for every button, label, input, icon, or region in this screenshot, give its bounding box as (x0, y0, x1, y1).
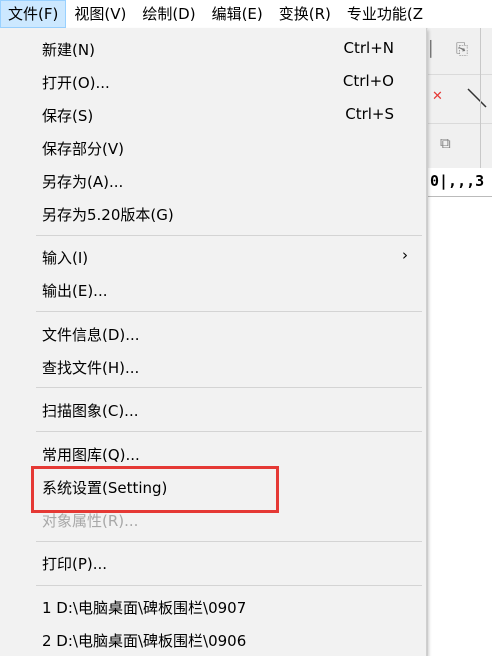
submenu-arrow-icon: › (402, 246, 408, 264)
toolbar-row-3: ⧉ (428, 124, 492, 169)
menu-item-label: 扫描图象(C)... (42, 402, 139, 420)
menu-item-label: 2 D:\电脑桌面\碑板围栏\0906 (42, 632, 247, 650)
toolbar-separator (480, 28, 481, 168)
menu-item-label: 常用图库(Q)... (42, 446, 140, 464)
menu-separator (36, 541, 422, 542)
drawing-canvas[interactable] (428, 197, 492, 656)
menu-separator (36, 311, 422, 312)
menu-item-export[interactable]: 输出(E)... (0, 274, 426, 304)
menu-professional[interactable]: 专业功能(Z (339, 0, 431, 28)
paste-icon[interactable]: ⎘ (456, 40, 468, 58)
menu-draw[interactable]: 绘制(D) (134, 0, 203, 28)
menu-item-label: 对象属性(R)... (42, 512, 139, 530)
menu-item-label: 输出(E)... (42, 282, 108, 300)
menu-item-save[interactable]: 保存(S) Ctrl+S (0, 99, 426, 129)
line-tool-icon[interactable] (466, 87, 488, 109)
file-menu-dropdown: 新建(N) Ctrl+N 打开(O)... Ctrl+O 保存(S) Ctrl+… (0, 28, 427, 656)
menu-separator (36, 387, 422, 388)
menu-item-find-file[interactable]: 查找文件(H)... (0, 351, 426, 381)
menu-item-label: 保存部分(V) (42, 140, 124, 158)
menu-item-recent-2[interactable]: 2 D:\电脑桌面\碑板围栏\0906 (0, 624, 426, 654)
menu-item-save-part[interactable]: 保存部分(V) (0, 132, 426, 162)
menu-separator (36, 585, 422, 586)
menu-item-scan-image[interactable]: 扫描图象(C)... (0, 394, 426, 424)
menu-item-label: 另存为5.20版本(G) (42, 206, 174, 224)
menu-item-import[interactable]: 输入(I) › (0, 241, 426, 271)
toolbar-row-2: ✕ (428, 75, 492, 124)
menu-separator (36, 431, 422, 432)
menu-item-shortcut: Ctrl+S (345, 105, 394, 123)
menu-item-shortcut: Ctrl+O (342, 72, 394, 90)
toolbar-row-1: ▏ ⎘ (428, 28, 492, 75)
menu-item-label: 打印(P)... (42, 555, 108, 573)
group-icon[interactable]: ⧉ (440, 134, 451, 152)
menu-item-new[interactable]: 新建(N) Ctrl+N (0, 33, 426, 63)
menu-view[interactable]: 视图(V) (66, 0, 134, 28)
menu-item-label: 文件信息(D)... (42, 326, 140, 344)
ruler-ticks: 0|,,,3 (430, 172, 485, 190)
menu-item-shortcut: Ctrl+N (343, 39, 394, 57)
menu-item-label: 输入(I) (42, 249, 89, 267)
menu-separator (36, 235, 422, 236)
close-x-icon[interactable]: ✕ (432, 89, 443, 104)
menu-item-library[interactable]: 常用图库(Q)... (0, 438, 426, 468)
highlight-box (31, 466, 279, 513)
menu-item-recent-1[interactable]: 1 D:\电脑桌面\碑板围栏\0907 (0, 591, 426, 621)
menu-transform[interactable]: 变换(R) (271, 0, 339, 28)
ruler: 0|,,,3 (428, 168, 492, 197)
menu-edit[interactable]: 编辑(E) (204, 0, 271, 28)
menu-item-label: 新建(N) (42, 41, 95, 59)
menu-item-print[interactable]: 打印(P)... (0, 547, 426, 577)
menu-file[interactable]: 文件(F) (0, 0, 67, 28)
menu-item-save-as-520[interactable]: 另存为5.20版本(G) (0, 198, 426, 228)
menu-item-label: 查找文件(H)... (42, 359, 140, 377)
menu-item-open[interactable]: 打开(O)... Ctrl+O (0, 66, 426, 96)
menu-item-label: 保存(S) (42, 107, 94, 125)
menu-item-label: 1 D:\电脑桌面\碑板围栏\0907 (42, 599, 247, 617)
menu-item-label: 另存为(A)... (42, 173, 124, 191)
menu-item-file-info[interactable]: 文件信息(D)... (0, 318, 426, 348)
menu-item-label: 打开(O)... (42, 74, 110, 92)
menu-bar: 文件(F) 视图(V) 绘制(D) 编辑(E) 变换(R) 专业功能(Z (0, 0, 492, 29)
toolbar-divider-icon: ▏ (430, 40, 442, 58)
menu-item-save-as[interactable]: 另存为(A)... (0, 165, 426, 195)
